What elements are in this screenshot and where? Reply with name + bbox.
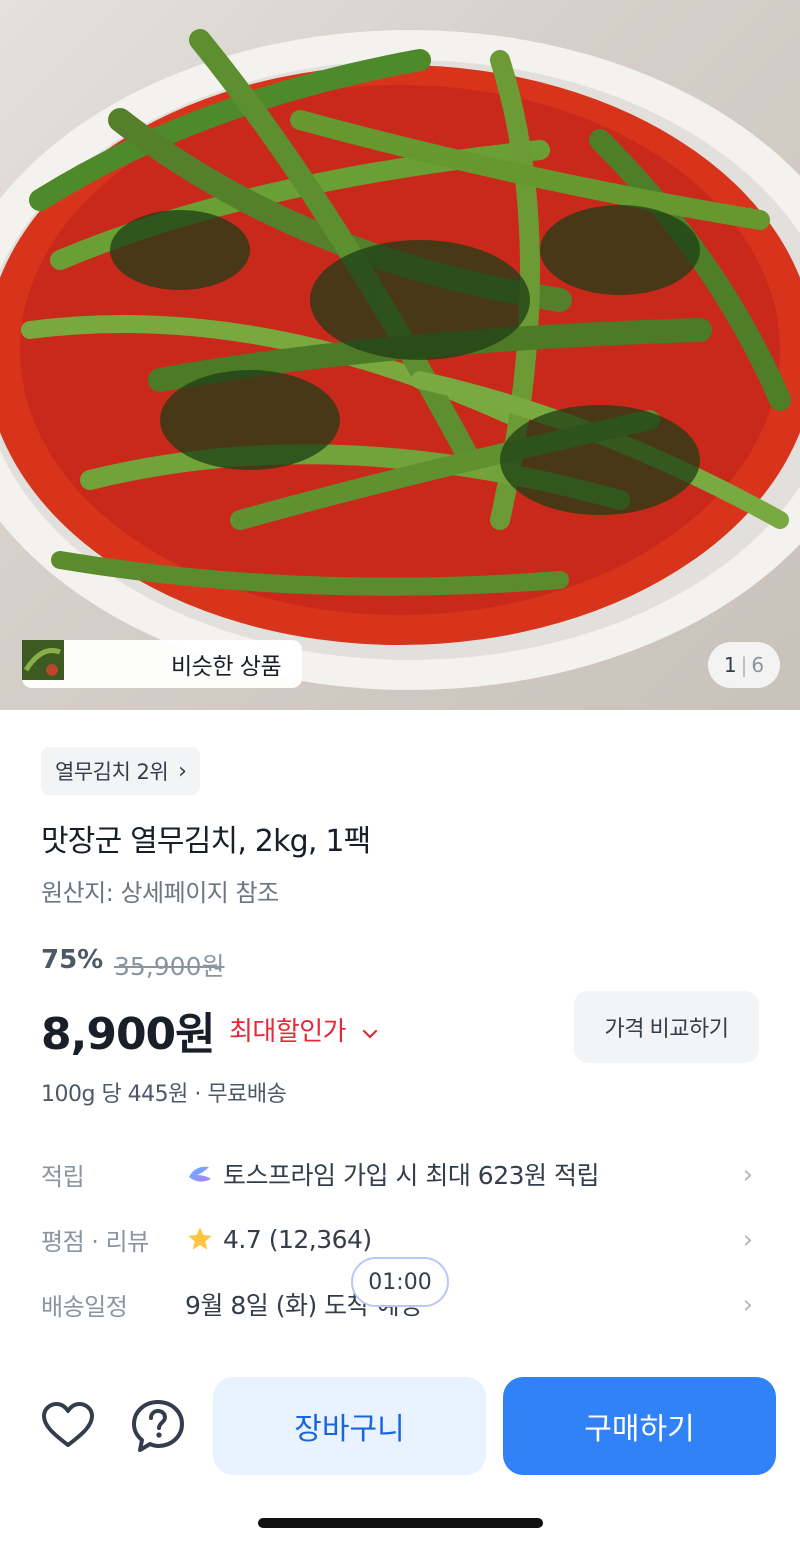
similar-thumb-3 xyxy=(22,640,160,684)
discount-rate: 75% xyxy=(41,945,104,975)
rating-label: 평점 · 리뷰 xyxy=(41,1227,149,1256)
chevron-down-icon xyxy=(362,1024,378,1045)
max-discount-toggle[interactable]: 최대할인가 xyxy=(229,1011,378,1048)
heart-icon xyxy=(42,1402,94,1447)
prime-logo-icon xyxy=(189,1166,211,1182)
product-origin: 원산지: 상세페이지 참조 xyxy=(41,879,279,907)
similar-products-chip[interactable]: 비슷한 상품 xyxy=(22,640,302,688)
timer-badge: 01:00 xyxy=(351,1257,449,1307)
reward-label: 적립 xyxy=(41,1162,85,1191)
question-icon xyxy=(132,1400,184,1452)
chevron-right-icon: › xyxy=(742,1225,753,1255)
counter-current: 1 xyxy=(723,653,737,677)
star-icon xyxy=(188,1227,212,1250)
original-price: 35,900원 xyxy=(114,952,225,981)
image-counter: 1 | 6 xyxy=(708,642,780,688)
max-discount-label: 최대할인가 xyxy=(229,1017,347,1047)
rating-row[interactable]: 평점 · 리뷰 4.7 (12,364) › xyxy=(41,1219,761,1259)
chevron-right-icon: › xyxy=(742,1290,753,1320)
price-compare-button[interactable]: 가격 비교하기 xyxy=(574,991,759,1063)
category-rank-label: 열무김치 2위 xyxy=(55,760,169,784)
reward-value: 토스프라임 가입 시 최대 623원 적립 xyxy=(223,1161,599,1190)
kimchi-photo xyxy=(0,29,800,690)
product-image[interactable]: 비슷한 상품 1 | 6 xyxy=(0,0,800,710)
chevron-right-icon: › xyxy=(178,758,187,784)
add-to-cart-button[interactable]: 장바구니 xyxy=(213,1377,486,1475)
counter-total: 6 xyxy=(751,653,765,677)
inquiry-button[interactable] xyxy=(130,1398,186,1454)
unit-price-shipping: 100g 당 445원 · 무료배송 xyxy=(41,1082,287,1107)
product-title: 맛장군 열무김치, 2kg, 1팩 xyxy=(41,824,371,859)
similar-thumb-2 xyxy=(22,640,115,684)
home-indicator[interactable] xyxy=(258,1518,543,1528)
wishlist-button[interactable] xyxy=(40,1398,96,1454)
similar-products-label: 비슷한 상품 xyxy=(171,654,282,680)
chevron-right-icon: › xyxy=(742,1160,753,1190)
delivery-label: 배송일정 xyxy=(41,1292,128,1321)
counter-separator: | xyxy=(740,653,748,677)
sale-price: 8,900원 xyxy=(41,1009,216,1060)
category-rank-chip[interactable]: 열무김치 2위 › xyxy=(41,747,201,795)
reward-row[interactable]: 적립 토스프라임 가입 시 최대 623원 적립 › xyxy=(41,1154,761,1194)
rating-value: 4.7 (12,364) xyxy=(223,1224,372,1254)
buy-now-button[interactable]: 구매하기 xyxy=(503,1377,776,1475)
